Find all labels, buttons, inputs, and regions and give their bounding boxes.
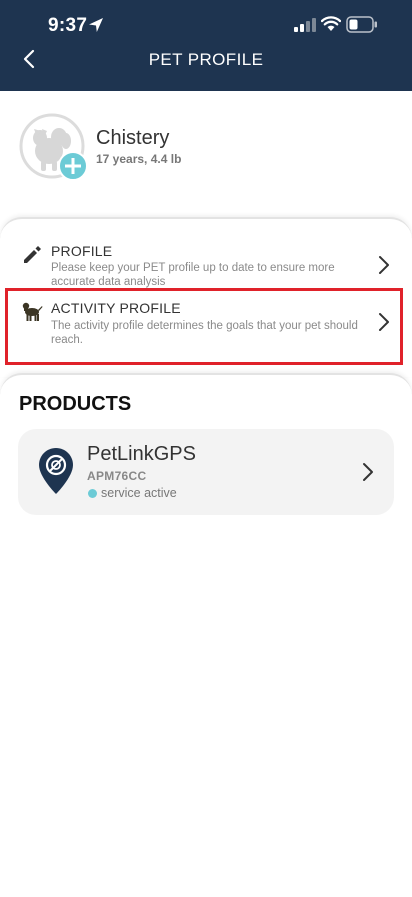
pencil-icon [24, 246, 41, 263]
wifi-icon [321, 16, 341, 31]
top-bar: 9:37 PET PROFILE [0, 0, 412, 91]
products-section: PRODUCTS PetLinkGPS APM76CC service acti… [0, 373, 412, 897]
activity-profile-highlight [5, 288, 403, 365]
product-code: APM76CC [87, 469, 147, 483]
service-status-dot [88, 489, 97, 498]
pet-avatar-add-icon[interactable] [19, 113, 87, 181]
pet-name: Chistery [96, 127, 170, 149]
chevron-right-icon [379, 256, 389, 274]
location-arrow-icon [89, 18, 103, 32]
gps-pin-icon [39, 448, 73, 494]
pet-header: Chistery 17 years, 4.4 lb [0, 91, 412, 221]
battery-icon [346, 16, 377, 33]
status-time: 9:37 [48, 15, 88, 36]
cellular-signal-icon [294, 18, 316, 32]
service-status: service active [101, 486, 177, 500]
pet-age-weight: 17 years, 4.4 lb [96, 152, 182, 166]
chevron-right-icon [363, 463, 373, 481]
products-heading: PRODUCTS [19, 393, 132, 415]
product-name: PetLinkGPS [87, 443, 196, 465]
page-title: PET PROFILE [148, 50, 264, 69]
profile-description: Please keep your PET profile up to date … [51, 262, 335, 288]
product-card[interactable]: PetLinkGPS APM76CC service active [18, 429, 394, 515]
profile-title: PROFILE [51, 243, 113, 259]
